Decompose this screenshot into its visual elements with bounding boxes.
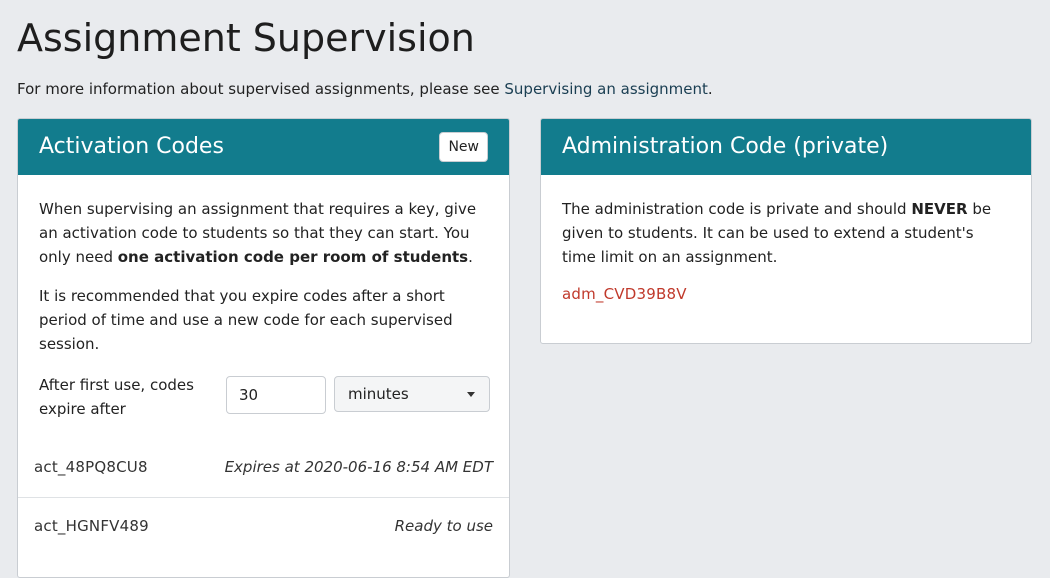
expire-duration-input[interactable] — [226, 376, 326, 414]
activation-code-status: Ready to use — [394, 517, 493, 535]
activation-code-row: act_48PQ8CU8 Expires at 2020-06-16 8:54 … — [18, 439, 509, 497]
administration-description-bold: NEVER — [911, 200, 968, 218]
activation-codes-header: Activation Codes New — [18, 119, 509, 175]
activation-code: act_HGNFV489 — [34, 517, 149, 535]
administration-code-card: Administration Code (private) The admini… — [540, 118, 1032, 344]
administration-code-title: Administration Code (private) — [562, 134, 889, 159]
administration-code-header: Administration Code (private) — [541, 119, 1031, 175]
activation-description-end: . — [468, 248, 473, 266]
activation-code-row: act_HGNFV489 Ready to use — [18, 497, 509, 555]
activation-codes-card: Activation Codes New When supervising an… — [17, 118, 510, 578]
administration-code: adm_CVD39B8V — [562, 285, 687, 303]
new-code-button[interactable]: New — [439, 132, 488, 162]
expire-unit-value: minutes — [348, 385, 409, 403]
administration-description-start: The administration code is private and s… — [562, 200, 912, 218]
supervising-link[interactable]: Supervising an assignment — [504, 80, 707, 98]
activation-code-status: Expires at 2020-06-16 8:54 AM EDT — [224, 458, 493, 476]
expire-label: After first use, codes expire after — [39, 376, 194, 418]
caret-down-icon — [467, 392, 475, 397]
activation-description: When supervising an assignment that requ… — [39, 197, 494, 269]
administration-description: The administration code is private and s… — [562, 197, 1012, 269]
intro-text: For more information about supervised as… — [17, 78, 713, 100]
expire-unit-select[interactable]: minutes — [334, 376, 490, 412]
intro-text-end: . — [707, 80, 713, 98]
intro-text-start: For more information about supervised as… — [17, 80, 505, 98]
page-title: Assignment Supervision — [17, 16, 475, 60]
activation-codes-title: Activation Codes — [39, 134, 224, 159]
activation-description-bold: one activation code per room of students — [117, 248, 469, 266]
expire-settings: After first use, codes expire after minu… — [39, 373, 494, 421]
expiry-recommendation: It is recommended that you expire codes … — [39, 287, 453, 353]
activation-code: act_48PQ8CU8 — [34, 458, 148, 476]
